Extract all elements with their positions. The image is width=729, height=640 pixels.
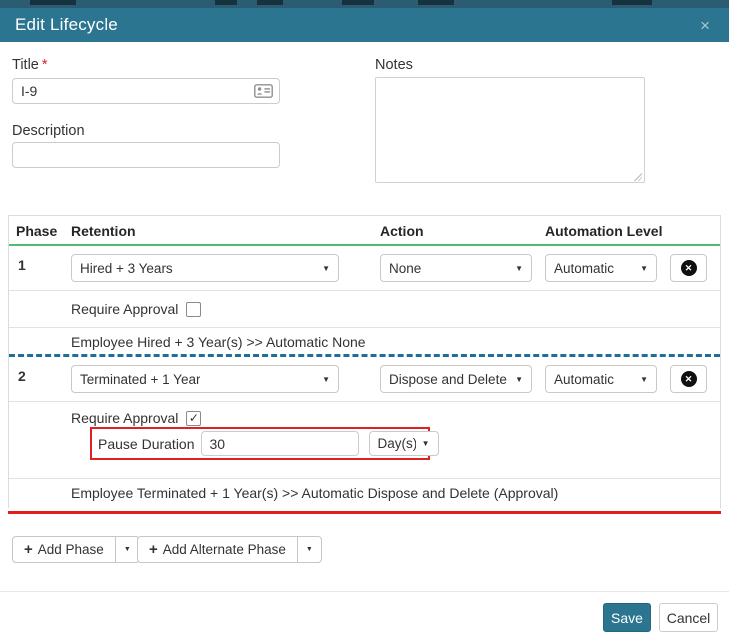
- footer-divider: [0, 591, 729, 592]
- plus-icon: +: [24, 542, 33, 557]
- close-icon[interactable]: ×: [696, 15, 714, 36]
- phase-number: 1: [18, 257, 26, 273]
- delete-circle-x-icon: ✕: [681, 371, 697, 387]
- description-label: Description: [12, 123, 85, 139]
- resize-handle-icon[interactable]: [633, 172, 642, 181]
- chevron-down-icon: ▼: [316, 264, 330, 273]
- retention-dropdown-phase-1[interactable]: Hired + 3 Years ▼: [71, 254, 339, 282]
- action-dropdown-phase-2[interactable]: Dispose and Delete ▼: [380, 365, 532, 393]
- phase-summary-text: Employee Terminated + 1 Year(s) >> Autom…: [71, 485, 558, 501]
- background-page-fragment: [30, 0, 76, 5]
- title-field-wrap: [12, 78, 280, 104]
- require-approval-row-phase-1: Require Approval: [9, 291, 720, 328]
- plus-icon: +: [149, 542, 158, 557]
- column-header-automation-level: Automation Level: [545, 216, 662, 246]
- cancel-button[interactable]: Cancel: [659, 603, 718, 632]
- phase-1-summary-row: Employee Hired + 3 Year(s) >> Automatic …: [9, 328, 720, 357]
- background-page-strip: [0, 0, 729, 8]
- require-approval-label: Require Approval: [71, 301, 178, 317]
- chevron-down-icon: ▼: [509, 375, 523, 384]
- phase-number: 2: [18, 368, 26, 384]
- annotation-underline: [8, 511, 721, 514]
- phase-1-row: 1 Hired + 3 Years ▼ None ▼ Automatic ▼ ✕: [9, 246, 720, 291]
- title-label: Title*: [12, 57, 48, 73]
- add-phase-button[interactable]: + Add Phase: [12, 536, 116, 563]
- contact-card-icon[interactable]: [254, 84, 273, 98]
- modal-title: Edit Lifecycle: [15, 15, 118, 35]
- modal-header: Edit Lifecycle ×: [0, 8, 729, 42]
- chevron-down-icon: ▼: [634, 375, 648, 384]
- add-alternate-phase-split-button: + Add Alternate Phase ▼: [137, 536, 322, 563]
- delete-circle-x-icon: ✕: [681, 260, 697, 276]
- title-input[interactable]: [12, 78, 280, 104]
- pause-duration-unit-dropdown[interactable]: Day(s) ▼: [369, 431, 439, 456]
- delete-phase-2-button[interactable]: ✕: [670, 365, 707, 393]
- description-input[interactable]: [12, 142, 280, 168]
- pause-duration-label: Pause Duration: [98, 436, 195, 452]
- phase-summary-text: Employee Hired + 3 Year(s) >> Automatic …: [71, 334, 366, 350]
- automation-dropdown-phase-1[interactable]: Automatic ▼: [545, 254, 657, 282]
- require-approval-row-phase-2: Require Approval ✓ Pause Duration Day(s)…: [9, 402, 720, 479]
- phase-2-row: 2 Terminated + 1 Year ▼ Dispose and Dele…: [9, 357, 720, 402]
- background-page-fragment: [342, 0, 374, 5]
- require-approval-checkbox-phase-2[interactable]: ✓: [186, 411, 201, 426]
- add-phase-split-button: + Add Phase ▼: [12, 536, 140, 563]
- notes-textarea[interactable]: [375, 77, 645, 183]
- save-button[interactable]: Save: [603, 603, 651, 632]
- notes-label: Notes: [375, 57, 413, 73]
- chevron-down-icon: ▼: [634, 264, 648, 273]
- delete-phase-1-button[interactable]: ✕: [670, 254, 707, 282]
- background-page-fragment: [612, 0, 652, 5]
- chevron-down-icon: ▼: [316, 375, 330, 384]
- chevron-down-icon: ▼: [416, 439, 430, 448]
- background-page-fragment: [418, 0, 454, 5]
- retention-dropdown-phase-2[interactable]: Terminated + 1 Year ▼: [71, 365, 339, 393]
- column-header-action: Action: [380, 216, 424, 246]
- column-header-phase: Phase: [16, 216, 57, 246]
- pause-duration-input[interactable]: [201, 431, 359, 456]
- action-dropdown-phase-1[interactable]: None ▼: [380, 254, 532, 282]
- background-page-fragment: [257, 0, 283, 5]
- phase-2-summary-row: Employee Terminated + 1 Year(s) >> Autom…: [9, 479, 720, 508]
- annotation-highlight-box: Pause Duration Day(s) ▼: [90, 427, 430, 460]
- chevron-down-icon: ▼: [509, 264, 523, 273]
- edit-lifecycle-modal: Edit Lifecycle × Title* Description Note…: [0, 0, 729, 640]
- required-asterisk: *: [42, 57, 48, 73]
- add-alternate-phase-caret-button[interactable]: ▼: [297, 536, 322, 563]
- automation-dropdown-phase-2[interactable]: Automatic ▼: [545, 365, 657, 393]
- require-approval-label: Require Approval: [71, 410, 178, 426]
- table-header-row: Phase Retention Action Automation Level: [9, 216, 720, 246]
- phase-table: Phase Retention Action Automation Level …: [8, 215, 721, 508]
- add-alternate-phase-button[interactable]: + Add Alternate Phase: [137, 536, 298, 563]
- column-header-retention: Retention: [71, 216, 136, 246]
- background-page-fragment: [215, 0, 237, 5]
- require-approval-checkbox-phase-1[interactable]: [186, 302, 201, 317]
